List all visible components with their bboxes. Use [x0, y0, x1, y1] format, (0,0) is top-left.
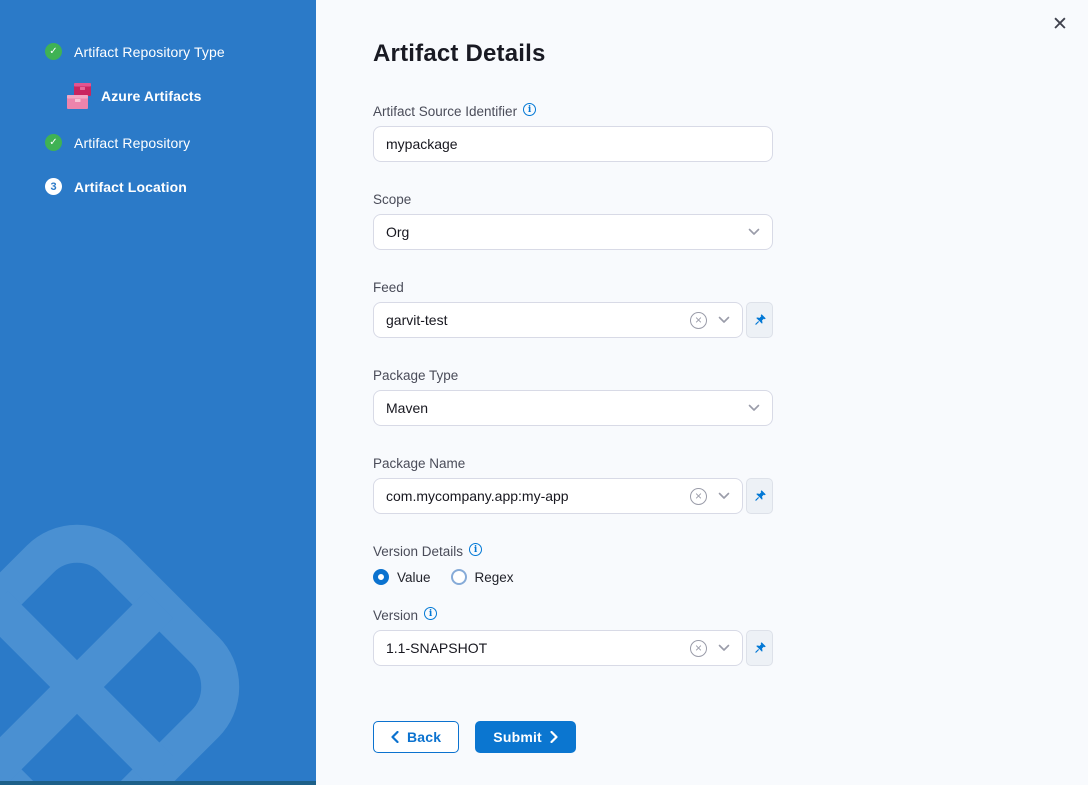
check-icon: ✓: [45, 43, 62, 60]
selected-repo-type-label: Azure Artifacts: [101, 88, 202, 104]
info-icon[interactable]: i: [523, 103, 536, 116]
feed-select[interactable]: garvit-test ×: [373, 302, 743, 338]
artifact-wizard-dialog: ✓ Artifact Repository Type Azure Artifac…: [0, 0, 1088, 785]
pin-icon: [752, 641, 767, 656]
artifact-details-panel: ✕ Artifact Details Artifact Source Ident…: [316, 0, 1088, 785]
step-artifact-repository-type[interactable]: ✓ Artifact Repository Type: [45, 43, 316, 60]
radio-label[interactable]: Regex: [475, 570, 514, 585]
check-icon: ✓: [45, 134, 62, 151]
info-icon[interactable]: i: [424, 607, 437, 620]
radio-unselected-icon[interactable]: [451, 569, 467, 585]
artifact-source-identifier-label: Artifact Source Identifier: [373, 104, 517, 119]
version-label: Version: [373, 608, 418, 623]
sidebar-bottom-edge: [0, 781, 316, 785]
step-artifact-repository[interactable]: ✓ Artifact Repository: [45, 134, 316, 151]
clear-icon[interactable]: ×: [690, 312, 707, 329]
chevron-down-icon[interactable]: [748, 404, 760, 412]
info-icon[interactable]: i: [469, 543, 482, 556]
submit-button[interactable]: Submit: [475, 721, 576, 753]
field-artifact-source-identifier: Artifact Source Identifier i: [373, 104, 773, 162]
field-feed: Feed garvit-test ×: [373, 280, 773, 338]
submit-button-label: Submit: [493, 729, 542, 745]
radio-label[interactable]: Value: [397, 570, 431, 585]
step-label: Artifact Repository Type: [74, 44, 225, 60]
back-button-label: Back: [407, 729, 441, 745]
wizard-footer: Back Submit: [373, 721, 1088, 753]
chevron-down-icon[interactable]: [718, 316, 730, 324]
feed-value: garvit-test: [386, 312, 690, 328]
field-package-type: Package Type Maven: [373, 368, 773, 426]
clear-icon[interactable]: ×: [690, 640, 707, 657]
package-name-select[interactable]: com.mycompany.app:my-app ×: [373, 478, 743, 514]
close-icon[interactable]: ✕: [1044, 8, 1076, 40]
field-version-details: Version Details i Value Regex: [373, 544, 773, 585]
clear-icon[interactable]: ×: [690, 488, 707, 505]
radio-option-regex[interactable]: Regex: [451, 569, 514, 585]
step-label: Artifact Repository: [74, 135, 190, 151]
chevron-down-icon[interactable]: [718, 644, 730, 652]
chevron-down-icon[interactable]: [718, 492, 730, 500]
field-scope: Scope Org: [373, 192, 773, 250]
step-artifact-location[interactable]: 3 Artifact Location: [45, 178, 316, 195]
page-title: Artifact Details: [373, 40, 1088, 68]
step-label: Artifact Location: [74, 179, 187, 195]
back-button[interactable]: Back: [373, 721, 459, 753]
scope-value: Org: [386, 224, 748, 240]
feed-label: Feed: [373, 280, 404, 295]
artifact-source-identifier-input[interactable]: [373, 126, 773, 162]
version-details-radio-group: Value Regex: [373, 569, 773, 585]
radio-option-value[interactable]: Value: [373, 569, 431, 585]
chevron-left-icon: [391, 731, 399, 743]
pin-icon: [752, 313, 767, 328]
scope-label: Scope: [373, 192, 411, 207]
scope-select[interactable]: Org: [373, 214, 773, 250]
version-value: 1.1-SNAPSHOT: [386, 640, 690, 656]
chevron-down-icon[interactable]: [748, 228, 760, 236]
version-select[interactable]: 1.1-SNAPSHOT ×: [373, 630, 743, 666]
radio-selected-icon[interactable]: [373, 569, 389, 585]
azure-artifacts-package-icon: [64, 80, 93, 112]
package-name-value: com.mycompany.app:my-app: [386, 488, 690, 504]
field-package-name: Package Name com.mycompany.app:my-app ×: [373, 456, 773, 514]
fixed-value-pin-button[interactable]: [746, 630, 773, 666]
step-number-badge: 3: [45, 178, 62, 195]
wizard-sidebar: ✓ Artifact Repository Type Azure Artifac…: [0, 0, 316, 785]
package-type-label: Package Type: [373, 368, 458, 383]
selected-repo-type-azure-artifacts: Azure Artifacts: [64, 80, 316, 112]
fixed-value-pin-button[interactable]: [746, 302, 773, 338]
package-type-select[interactable]: Maven: [373, 390, 773, 426]
version-details-label: Version Details: [373, 544, 463, 559]
wizard-steps: ✓ Artifact Repository Type Azure Artifac…: [0, 0, 316, 195]
pin-icon: [752, 489, 767, 504]
fixed-value-pin-button[interactable]: [746, 478, 773, 514]
package-name-label: Package Name: [373, 456, 465, 471]
chevron-right-icon: [550, 731, 558, 743]
field-version: Version i 1.1-SNAPSHOT ×: [373, 608, 773, 666]
package-type-value: Maven: [386, 400, 748, 416]
